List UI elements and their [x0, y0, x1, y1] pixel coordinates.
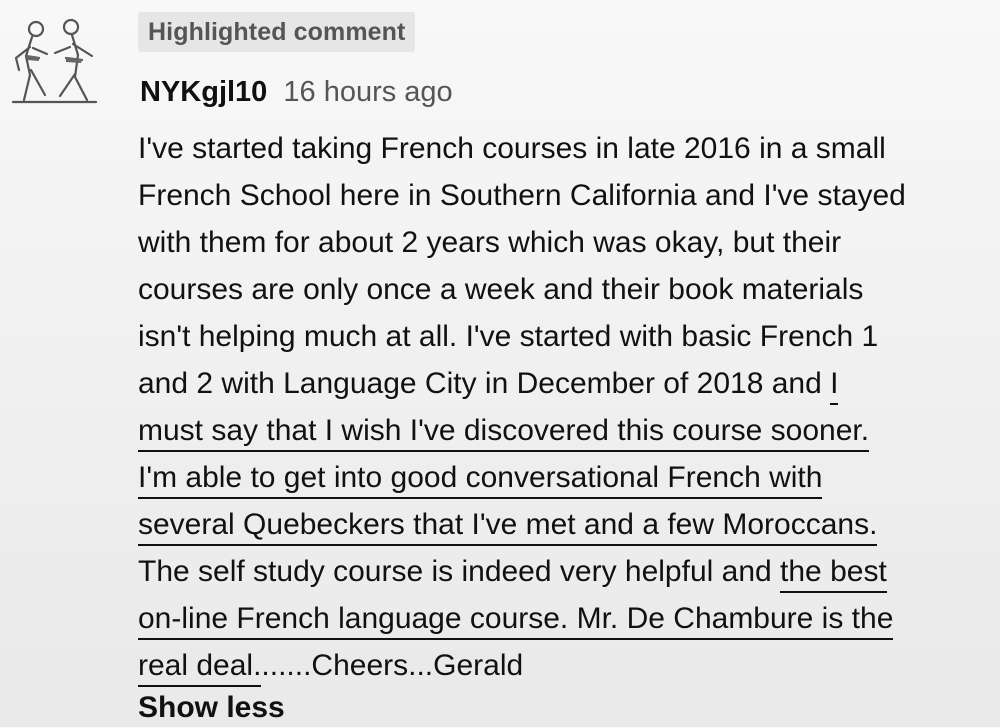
underlined-text: several Quebeckers that I've met and a f… [138, 508, 878, 546]
comment-line: isn't helping much at all. I've started … [138, 313, 988, 360]
comment-timestamp[interactable]: 16 hours ago [283, 76, 452, 108]
underlined-text: must say that I wish I've discovered thi… [138, 414, 870, 452]
comment-meta: NYKgjl10 16 hours ago [140, 72, 453, 112]
comment-text: with them for about 2 years which was ok… [138, 226, 842, 259]
underlined-text: the best [780, 555, 887, 593]
comment-text: ......Cheers...Gerald [261, 649, 524, 682]
avatar[interactable] [8, 12, 100, 108]
comment-line: courses are only once a week and their b… [138, 266, 988, 313]
comment-text: I've started taking French courses in la… [138, 132, 886, 165]
karate-fighters-avatar-icon [11, 18, 98, 104]
underlined-text: I'm able to get into good conversational… [138, 461, 823, 499]
comment-line: must say that I wish I've discovered thi… [138, 407, 988, 454]
comment-line: I'm able to get into good conversational… [138, 454, 988, 501]
comment-text: French School here in Southern Californi… [138, 179, 906, 212]
highlighted-comment-label: Highlighted comment [148, 18, 406, 46]
underlined-text: I [830, 367, 839, 405]
show-less-button[interactable]: Show less [138, 688, 285, 728]
comment-line: and 2 with Language City in December of … [138, 360, 988, 407]
underlined-text: on-line French language course. Mr. De C… [138, 602, 894, 640]
comment-line: on-line French language course. Mr. De C… [138, 595, 988, 642]
comment-text: isn't helping much at all. I've started … [138, 320, 879, 353]
comment-line: French School here in Southern Californi… [138, 172, 988, 219]
comment-line: several Quebeckers that I've met and a f… [138, 501, 988, 548]
comment-line: The self study course is indeed very hel… [138, 548, 988, 595]
comment-line: I've started taking French courses in la… [138, 125, 988, 172]
highlighted-comment-badge: Highlighted comment [138, 12, 416, 52]
underlined-text: real deal. [138, 649, 262, 687]
comment-text: and 2 with Language City in December of … [138, 367, 831, 400]
comment-text: The self study course is indeed very hel… [138, 555, 781, 588]
comment-line: with them for about 2 years which was ok… [138, 219, 988, 266]
comment-line: real deal.......Cheers...Gerald [138, 642, 988, 689]
comment-text: courses are only once a week and their b… [138, 273, 864, 306]
comment-body: I've started taking French courses in la… [138, 125, 988, 689]
comment-author[interactable]: NYKgjl10 [140, 76, 267, 108]
